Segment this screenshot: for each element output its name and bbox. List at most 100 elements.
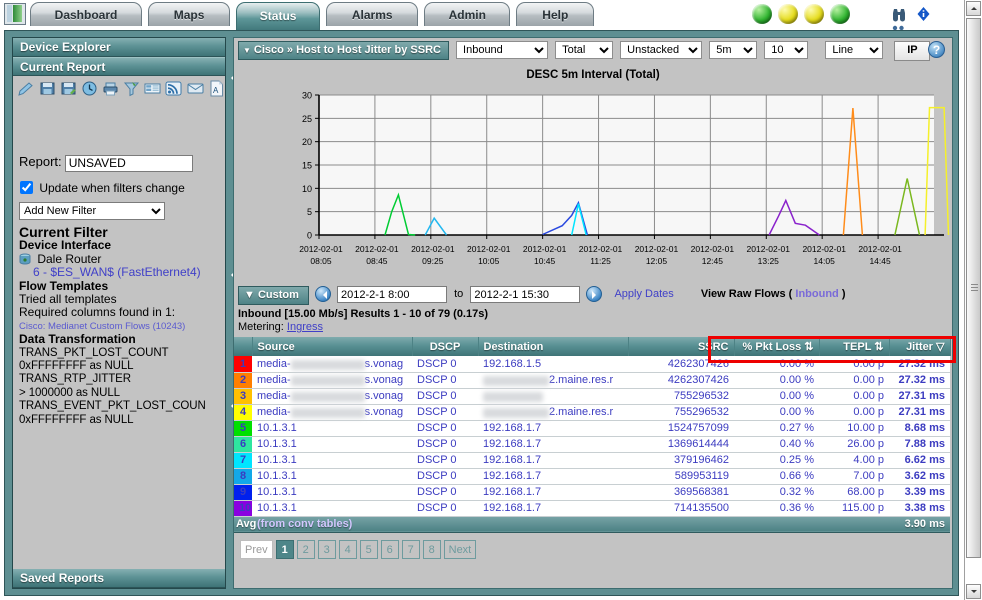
cell-destination[interactable]: 192.168.1.7 (478, 468, 628, 484)
table-row[interactable]: 910.1.3.1DSCP 0192.168.1.73695683810.32 … (234, 484, 950, 500)
table-row[interactable]: 3media-xxxxxxxxxxxs.vonagDSCP 0xxxxxxxxx… (234, 388, 950, 404)
table-row[interactable]: 1media-xxxxxxxxxxxs.vonagDSCP 0192.168.1… (234, 356, 950, 372)
update-when-filters-change-row[interactable]: Update when filters change (19, 181, 219, 195)
cell-source[interactable]: 10.1.3.1 (252, 452, 412, 468)
table-row[interactable]: 2media-xxxxxxxxxxxs.vonagDSCP 0xxxxxxxxx… (234, 372, 950, 388)
cell-dscp[interactable]: DSCP 0 (412, 500, 478, 516)
pager-page-8[interactable]: 8 (423, 540, 441, 559)
report-breadcrumb-button[interactable]: ▼Cisco » Host to Host Jitter by SSRC (238, 41, 449, 60)
pager-page-3[interactable]: 3 (318, 540, 336, 559)
custom-range-button[interactable]: ▼ Custom (238, 286, 309, 305)
panel-collapse-arrow[interactable] (226, 270, 233, 281)
tab-help[interactable]: Help (516, 2, 594, 26)
pager-next-button[interactable]: Next (444, 540, 477, 559)
cell-dscp[interactable]: DSCP 0 (412, 468, 478, 484)
table-row[interactable]: 810.1.3.1DSCP 0192.168.1.75899531190.66 … (234, 468, 950, 484)
tab-dashboard[interactable]: Dashboard (30, 2, 142, 26)
cell-source[interactable]: 10.1.3.1 (252, 484, 412, 500)
columns-icon[interactable] (144, 80, 161, 97)
led-green-1[interactable] (752, 4, 772, 24)
cell-destination[interactable]: 192.168.1.7 (478, 500, 628, 516)
filter-funnel-icon[interactable] (123, 80, 140, 97)
count-select[interactable]: 10 (764, 41, 808, 59)
column-header-destination[interactable]: Destination (478, 337, 628, 356)
cell-dscp[interactable]: DSCP 0 (412, 420, 478, 436)
led-yellow-2[interactable] (804, 4, 824, 24)
tab-admin[interactable]: Admin (424, 2, 510, 26)
interface-link[interactable]: 6 - $ES_WAN$ (FastEthernet4) (19, 266, 221, 279)
pager-prev-button[interactable]: Prev (240, 540, 273, 559)
column-header-pkt-loss[interactable]: % Pkt Loss ⇅ (734, 337, 819, 356)
cell-dscp[interactable]: DSCP 0 (412, 372, 478, 388)
cell-destination[interactable]: 192.168.1.7 (478, 436, 628, 452)
pager-page-6[interactable]: 6 (381, 540, 399, 559)
tab-alarms[interactable]: Alarms (326, 2, 418, 26)
aggregate-select[interactable]: Total (555, 41, 613, 59)
metering-link[interactable]: Ingress (287, 321, 323, 333)
scrollbar-thumb[interactable] (966, 18, 981, 558)
table-row[interactable]: 1010.1.3.1DSCP 0192.168.1.77141355000.36… (234, 500, 950, 516)
save-as-icon[interactable] (60, 80, 77, 97)
avg-note[interactable]: (from conv tables) (252, 516, 889, 532)
help-icon[interactable]: ? (928, 41, 945, 58)
raw-flows-link[interactable]: Inbound (795, 288, 838, 300)
email-icon[interactable] (187, 80, 204, 97)
table-row[interactable]: 4media-xxxxxxxxxxxs.vonagDSCP 0xxxxxxxxx… (234, 404, 950, 420)
led-green-2[interactable] (830, 4, 850, 24)
panel-collapse-arrow[interactable] (226, 401, 233, 412)
column-header-source[interactable]: Source (252, 337, 412, 356)
scroll-up-button[interactable] (966, 1, 981, 16)
cell-dscp[interactable]: DSCP 0 (412, 484, 478, 500)
column-header-tepl[interactable]: TEPL ⇅ (819, 337, 889, 356)
graph-type-select[interactable]: Line (825, 41, 883, 59)
stacking-select[interactable]: Unstacked (620, 41, 702, 59)
previous-range-button[interactable] (315, 286, 331, 302)
add-new-filter-select[interactable]: Add New Filter (19, 202, 165, 220)
sidebar-section-current-report[interactable]: Current Report (13, 57, 225, 76)
cell-dscp[interactable]: DSCP 0 (412, 404, 478, 420)
pager-page-5[interactable]: 5 (360, 540, 378, 559)
cell-dscp[interactable]: DSCP 0 (412, 452, 478, 468)
column-header-dscp[interactable]: DSCP (412, 337, 478, 356)
ip-toggle-button[interactable]: IP (894, 41, 930, 61)
cell-destination[interactable]: xxxxxxxxx2.maine.res.r (478, 372, 628, 388)
next-range-button[interactable] (586, 286, 602, 302)
tab-status[interactable]: Status (236, 2, 320, 30)
template-link[interactable]: Cisco: Medianet Custom Flows (10243) (19, 320, 221, 333)
cell-source[interactable]: media-xxxxxxxxxxxs.vonag (252, 356, 412, 372)
cell-destination[interactable]: 192.168.1.7 (478, 420, 628, 436)
cell-source[interactable]: media-xxxxxxxxxxxs.vonag (252, 404, 412, 420)
direction-select[interactable]: Inbound (456, 41, 548, 59)
cell-destination[interactable]: 192.168.1.5 (478, 356, 628, 372)
cell-source[interactable]: 10.1.3.1 (252, 468, 412, 484)
cell-dscp[interactable]: DSCP 0 (412, 436, 478, 452)
end-date-input[interactable] (470, 286, 580, 303)
cell-destination[interactable]: 192.168.1.7 (478, 484, 628, 500)
cell-dscp[interactable]: DSCP 0 (412, 388, 478, 404)
sidebar-section-device-explorer[interactable]: Device Explorer (13, 38, 225, 57)
column-header-jitter[interactable]: Jitter ▽ (889, 337, 950, 356)
interval-select[interactable]: 5m (709, 41, 757, 59)
tab-maps[interactable]: Maps (148, 2, 230, 26)
scroll-down-button[interactable] (966, 584, 981, 599)
table-row[interactable]: 510.1.3.1DSCP 0192.168.1.715247570990.27… (234, 420, 950, 436)
pager-page-1[interactable]: 1 (276, 540, 294, 559)
cell-source[interactable]: media-xxxxxxxxxxxs.vonag (252, 372, 412, 388)
pager-page-4[interactable]: 4 (339, 540, 357, 559)
vertical-scrollbar[interactable] (964, 0, 982, 600)
save-icon[interactable] (39, 80, 56, 97)
cell-destination[interactable]: xxxxxxxxx2.maine.res.r (478, 404, 628, 420)
pager-page-2[interactable]: 2 (297, 540, 315, 559)
column-header-ssrc[interactable]: SSRC (628, 337, 734, 356)
cell-destination[interactable]: 192.168.1.7 (478, 452, 628, 468)
pdf-export-icon[interactable]: A (208, 80, 225, 97)
pager-page-7[interactable]: 7 (402, 540, 420, 559)
table-row[interactable]: 710.1.3.1DSCP 0192.168.1.73791964620.25 … (234, 452, 950, 468)
panel-collapse-arrow[interactable] (226, 73, 233, 84)
binoculars-icon[interactable] (890, 6, 908, 25)
apply-dates-link[interactable]: Apply Dates (614, 288, 673, 300)
cell-destination[interactable]: xxxxxxxxx (478, 388, 628, 404)
led-yellow-1[interactable] (778, 4, 798, 24)
schedule-clock-icon[interactable] (81, 80, 98, 97)
cell-source[interactable]: media-xxxxxxxxxxxs.vonag (252, 388, 412, 404)
